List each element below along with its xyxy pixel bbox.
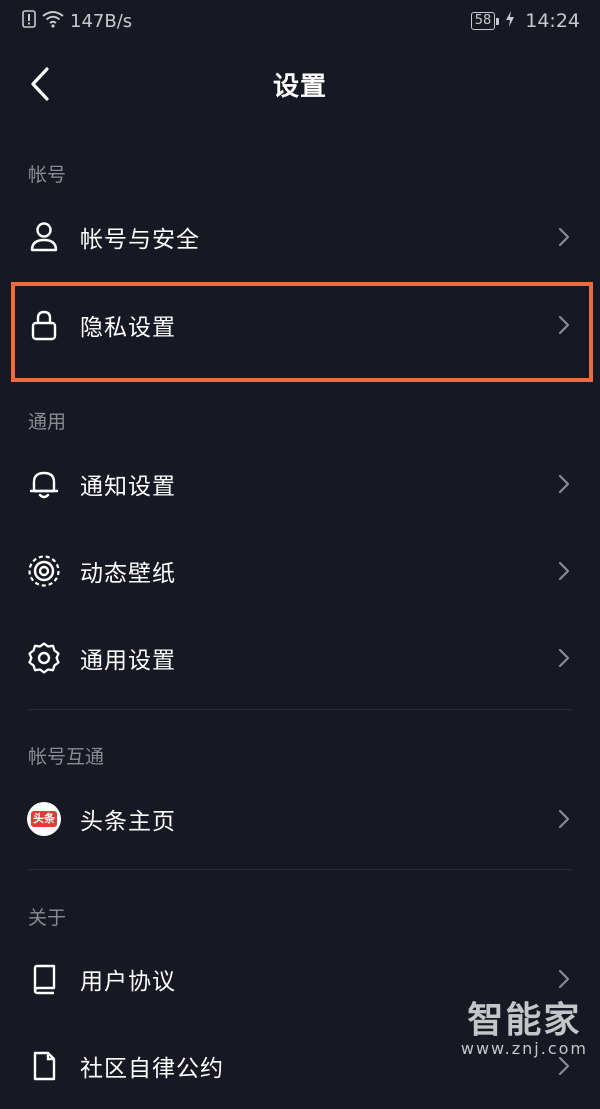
- chevron-right-icon: [558, 809, 570, 829]
- watermark-url: www.znj.com: [460, 1039, 588, 1058]
- chevron-right-icon: [558, 561, 570, 581]
- status-bar: 147B/s 58 14:24: [0, 0, 600, 42]
- toutiao-logo: 头条: [26, 801, 62, 837]
- section-divider: [28, 869, 572, 870]
- chevron-right-icon: [558, 969, 570, 989]
- page-title: 设置: [272, 72, 327, 102]
- sim-alert-icon: [22, 10, 36, 33]
- watermark: 智能家 www.znj.com: [461, 991, 588, 1058]
- section-header-general: 通用: [28, 411, 67, 433]
- toutiao-badge-text: 头条: [31, 811, 57, 827]
- section-header-account: 帐号: [28, 164, 67, 186]
- settings-item-toutiao-homepage[interactable]: 头条 头条主页: [0, 776, 600, 862]
- clock: 14:24: [525, 10, 580, 32]
- settings-item-account-security[interactable]: 帐号与安全: [0, 194, 600, 280]
- settings-item-label: 帐号与安全: [80, 227, 200, 253]
- wifi-icon: [42, 10, 64, 33]
- chevron-right-icon: [558, 474, 570, 494]
- bell-icon: [26, 466, 62, 502]
- settings-item-label: 用户协议: [80, 969, 176, 995]
- section-header-linked-accounts: 帐号互通: [28, 746, 105, 768]
- book-icon: [26, 961, 62, 997]
- settings-item-label: 通用设置: [80, 648, 176, 674]
- highlight-annotation: [11, 282, 593, 382]
- chevron-right-icon: [558, 227, 570, 247]
- status-right: 58 14:24: [470, 10, 580, 32]
- charging-icon: [505, 10, 515, 32]
- nav-bar: 设置: [0, 42, 600, 126]
- status-left: 147B/s: [22, 10, 132, 33]
- settings-item-live-wallpaper[interactable]: 动态壁纸: [0, 528, 600, 614]
- document-icon: [26, 1048, 62, 1084]
- live-wallpaper-icon: [26, 553, 62, 589]
- settings-item-label: 动态壁纸: [80, 561, 176, 587]
- settings-item-label: 头条主页: [80, 809, 176, 835]
- battery-icon: 58: [470, 12, 499, 30]
- toutiao-badge: 头条: [27, 802, 61, 836]
- watermark-brand: 智能家: [467, 1000, 582, 1041]
- person-icon: [26, 219, 62, 255]
- settings-item-label: 社区自律公约: [80, 1056, 224, 1082]
- battery-level: 58: [474, 13, 492, 28]
- settings-item-general[interactable]: 通用设置: [0, 615, 600, 701]
- network-speed: 147B/s: [70, 11, 133, 32]
- settings-item-label: 通知设置: [80, 474, 176, 500]
- settings-item-notifications[interactable]: 通知设置: [0, 441, 600, 527]
- gear-icon: [26, 640, 62, 676]
- section-divider: [28, 709, 572, 710]
- chevron-right-icon: [558, 648, 570, 668]
- section-header-about: 关于: [28, 907, 67, 929]
